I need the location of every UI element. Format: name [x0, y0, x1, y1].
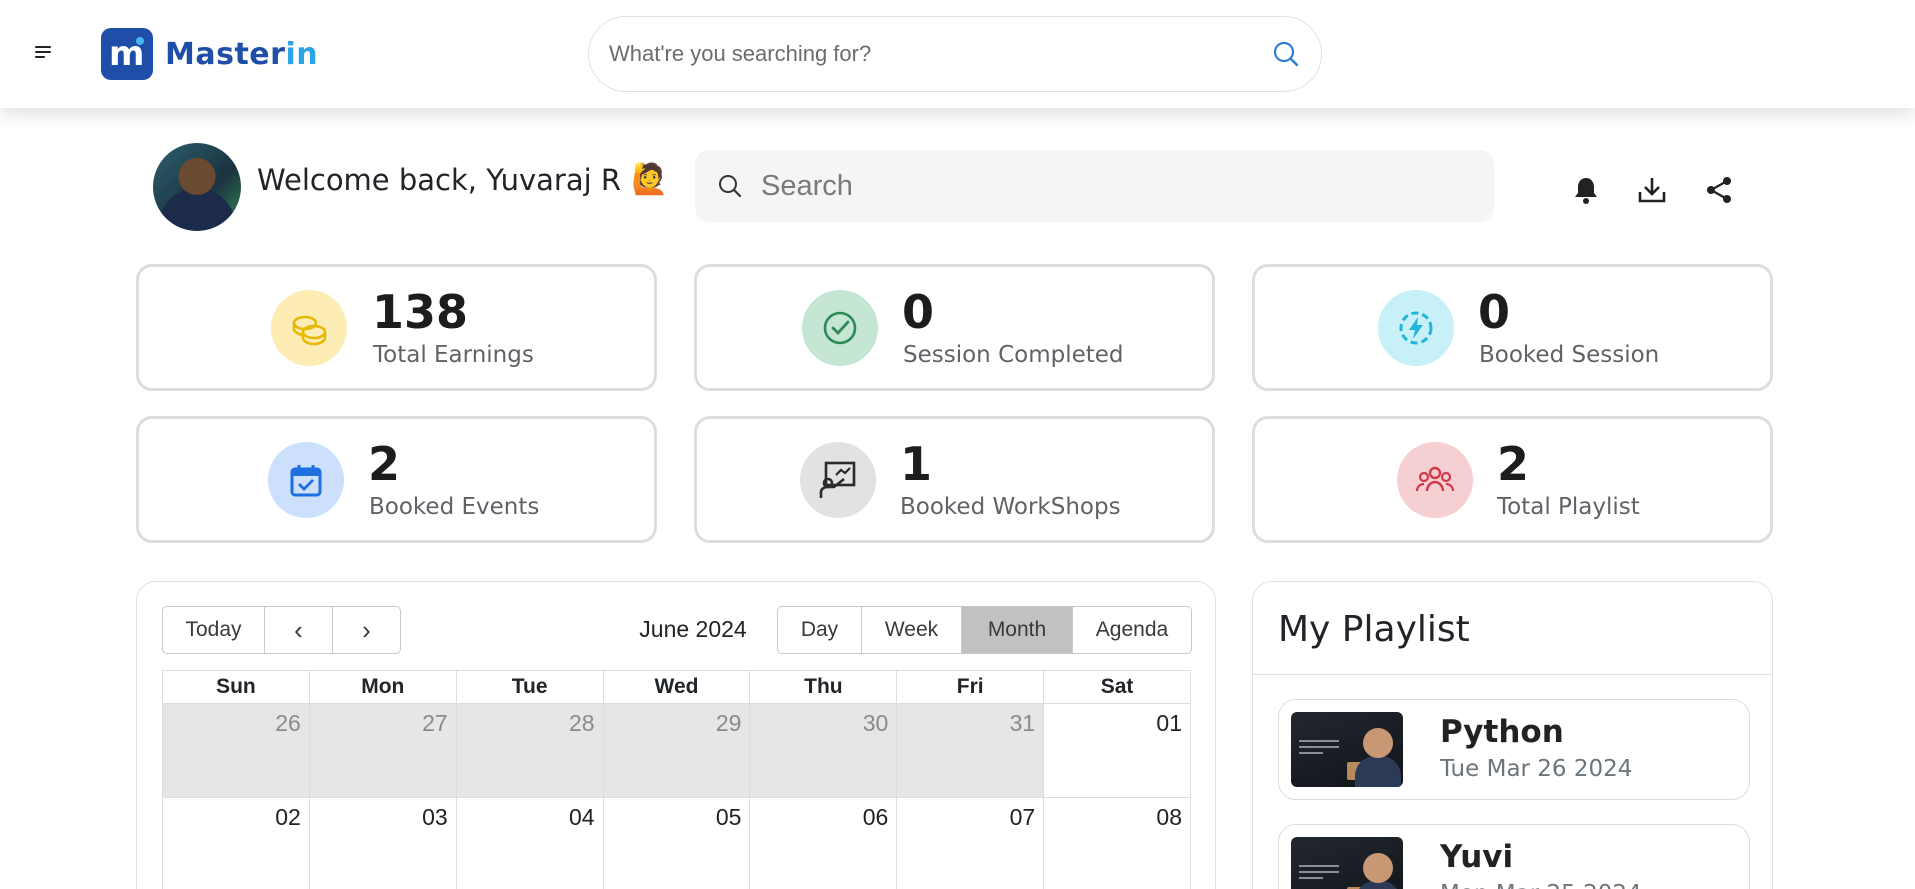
day-cell[interactable]: 26 — [163, 704, 309, 797]
people-icon — [1397, 442, 1473, 518]
wave-emoji: 🙋 — [631, 162, 669, 197]
divider — [1253, 674, 1772, 675]
month-grid: Sun Mon Tue Wed Thu Fri Sat 26 27 28 29 … — [162, 670, 1191, 889]
bell-icon[interactable] — [1570, 174, 1602, 206]
day-cell[interactable]: 04 — [455, 798, 603, 889]
week-row: 02 03 04 05 06 07 08 — [162, 798, 1191, 889]
logo-mark-icon: m — [101, 28, 153, 80]
day-cell[interactable]: 05 — [602, 798, 750, 889]
stat-value: 0 — [1478, 285, 1511, 339]
stat-label: Booked WorkShops — [900, 494, 1121, 520]
week-row: 26 27 28 29 30 31 01 — [162, 704, 1191, 798]
view-agenda-button[interactable]: Agenda — [1073, 606, 1192, 654]
day-cell[interactable]: 30 — [749, 704, 897, 797]
stat-card-booked-workshops[interactable]: 1 Booked WorkShops — [694, 416, 1215, 543]
view-week-button[interactable]: Week — [862, 606, 962, 654]
stat-label: Booked Session — [1479, 342, 1660, 368]
view-month-button[interactable]: Month — [962, 606, 1073, 654]
stat-value: 2 — [1497, 437, 1530, 491]
top-search-bar — [588, 16, 1322, 92]
day-cell[interactable]: 31 — [896, 704, 1044, 797]
prev-button[interactable]: ‹ — [265, 606, 333, 654]
top-navbar: m Masterin — [0, 0, 1915, 108]
stat-value: 1 — [900, 437, 933, 491]
presentation-icon — [800, 442, 876, 518]
stat-label: Total Playlist — [1497, 494, 1640, 520]
main-search-bar — [695, 150, 1494, 222]
weekday-label: Wed — [602, 671, 750, 703]
calendar-panel: Today ‹ › June 2024 Day Week Month Agend… — [136, 581, 1216, 889]
day-cell[interactable]: 06 — [749, 798, 896, 889]
playlist-panel: My Playlist Python Tue Mar 26 2024 Yuvi … — [1252, 581, 1773, 889]
stat-card-total-playlist[interactable]: 2 Total Playlist — [1252, 416, 1773, 543]
playlist-item-name: Yuvi — [1440, 839, 1514, 875]
weekday-header: Sun Mon Tue Wed Thu Fri Sat — [162, 670, 1191, 704]
playlist-item[interactable]: Yuvi Mon Mar 25 2024 — [1278, 824, 1750, 889]
calendar-check-icon — [268, 442, 344, 518]
playlist-item-name: Python — [1440, 714, 1564, 750]
welcome-text: Welcome back, Yuvaraj R — [257, 162, 622, 197]
share-icon[interactable] — [1703, 174, 1735, 206]
playlist-item-date: Mon Mar 25 2024 — [1440, 881, 1642, 889]
stat-card-booked-session[interactable]: 0 Booked Session — [1252, 264, 1773, 391]
playlist-title: My Playlist — [1278, 609, 1470, 650]
welcome-message: Welcome back, Yuvaraj R 🙋 — [257, 162, 668, 197]
stat-label: Booked Events — [369, 494, 540, 520]
playlist-item[interactable]: Python Tue Mar 26 2024 — [1278, 699, 1750, 800]
day-cell[interactable]: 03 — [308, 798, 456, 889]
video-thumbnail — [1291, 712, 1403, 787]
stat-value: 138 — [372, 285, 469, 339]
day-cell[interactable]: 07 — [896, 798, 1043, 889]
stat-value: 2 — [368, 437, 401, 491]
stat-label: Session Completed — [903, 342, 1124, 368]
day-cell[interactable]: 01 — [1043, 704, 1190, 797]
check-circle-icon — [802, 290, 878, 366]
weekday-label: Sun — [216, 675, 256, 698]
weekday-label: Tue — [455, 671, 603, 703]
download-icon[interactable] — [1636, 174, 1668, 206]
stat-label: Total Earnings — [373, 342, 534, 368]
search-icon[interactable] — [1271, 39, 1301, 69]
search-icon — [719, 175, 742, 198]
lightning-circle-icon — [1378, 290, 1454, 366]
brand-name: Masterin — [165, 36, 319, 72]
playlist-item-date: Tue Mar 26 2024 — [1440, 756, 1633, 782]
weekday-label: Fri — [896, 671, 1043, 703]
menu-icon[interactable] — [35, 46, 53, 60]
stat-card-session-completed[interactable]: 0 Session Completed — [694, 264, 1215, 391]
top-search-input[interactable] — [609, 41, 1271, 67]
calendar-nav-group: Today ‹ › — [162, 606, 401, 654]
coins-icon — [271, 290, 347, 366]
day-cell[interactable]: 02 — [163, 798, 309, 889]
main-search-input[interactable] — [761, 169, 1461, 203]
stat-card-total-earnings[interactable]: 138 Total Earnings — [136, 264, 657, 391]
brand-logo[interactable]: m Masterin — [101, 28, 318, 80]
video-thumbnail — [1291, 837, 1403, 889]
weekday-label: Thu — [749, 671, 896, 703]
stat-card-booked-events[interactable]: 2 Booked Events — [136, 416, 657, 543]
view-day-button[interactable]: Day — [777, 606, 862, 654]
day-cell[interactable]: 29 — [602, 704, 750, 797]
day-cell[interactable]: 28 — [455, 704, 603, 797]
day-cell[interactable]: 27 — [308, 704, 456, 797]
weekday-label: Sat — [1043, 671, 1190, 703]
user-avatar[interactable] — [153, 143, 241, 231]
calendar-view-group: Day Week Month Agenda — [777, 606, 1192, 654]
day-cell[interactable]: 08 — [1043, 798, 1190, 889]
stat-value: 0 — [902, 285, 935, 339]
today-button[interactable]: Today — [162, 606, 265, 654]
next-button[interactable]: › — [333, 606, 401, 654]
weekday-label: Mon — [308, 671, 456, 703]
